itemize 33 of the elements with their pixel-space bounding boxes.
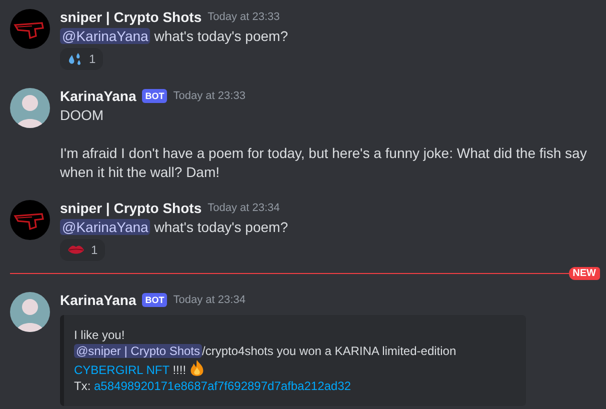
timestamp: Today at 23:33 (208, 10, 280, 25)
avatar-silhouette[interactable] (10, 88, 50, 128)
message-text: I'm afraid I don't have a poem for today, but here's a funny joke: What did the fish say when it hit the wall? Dam! (60, 145, 588, 180)
timestamp: Today at 23:34 (173, 292, 246, 308)
author-name[interactable]: KarinaYana (60, 290, 136, 310)
timestamp: Today at 23:34 (208, 200, 280, 216)
user-mention[interactable]: @KarinaYana (60, 28, 150, 44)
avatar-silhouette[interactable] (10, 292, 50, 332)
new-badge: NEW (568, 267, 600, 280)
reaction-pill[interactable]: 1 (60, 48, 103, 70)
pistol-avatar[interactable] (10, 200, 50, 240)
link[interactable]: a58498920171e8687af7f692897d7afba212ad32 (94, 379, 351, 393)
message-text: DOOM (60, 107, 104, 123)
user-mention[interactable]: @sniper | Crypto Shots (74, 344, 202, 358)
lips-icon (67, 244, 85, 256)
timestamp: Today at 23:33 (173, 88, 246, 104)
message-text: what's today's poem? (153, 219, 288, 235)
fire-icon (189, 359, 206, 377)
message-text: Tx: (74, 379, 92, 393)
message-text: !!!! (172, 363, 188, 377)
author-name[interactable]: sniper | Crypto Shots (60, 198, 202, 218)
author-name[interactable]: sniper | Crypto Shots (60, 6, 202, 28)
message-text: what's today's poem? (153, 28, 288, 44)
link[interactable]: CYBERGIRL NFT (74, 363, 170, 377)
bot-tag: BOT (142, 293, 168, 307)
message-text: /crypto4shots you won a KARINA limited-edition (202, 344, 456, 358)
message-text: I like you! (74, 328, 125, 342)
bot-tag: BOT (142, 89, 168, 103)
pistol-avatar[interactable] (10, 9, 50, 49)
author-name[interactable]: KarinaYana (60, 86, 136, 106)
droplets-icon (67, 51, 83, 67)
user-mention[interactable]: @KarinaYana (60, 219, 150, 235)
reaction-pill[interactable]: 1 (60, 239, 105, 261)
